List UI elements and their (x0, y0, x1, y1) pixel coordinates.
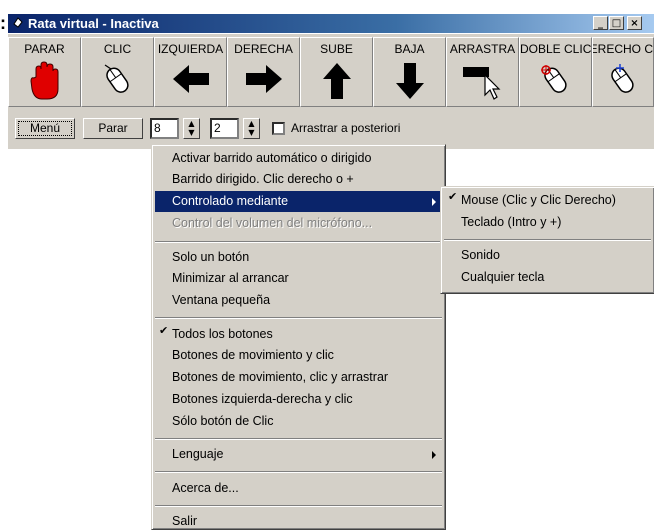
check-icon: ✔ (448, 190, 458, 203)
scan-speed-input[interactable]: 8 (150, 118, 179, 139)
menu-item-small-window[interactable]: Ventana pequeña (155, 290, 442, 311)
step-size-input[interactable]: 2 (210, 118, 239, 139)
left-toolbar-button[interactable]: IZQUIERDA (154, 37, 227, 107)
drag-checkbox[interactable] (272, 122, 285, 135)
right-click-toolbar-button[interactable]: DERECHO CLIC (592, 37, 654, 107)
submenu-arrow-icon (432, 451, 436, 459)
click-toolbar-button[interactable]: CLIC (81, 37, 154, 107)
window-title: Rata virtual - Inactiva (28, 16, 159, 31)
menu-item-label: Mouse (Clic y Clic Derecho) (461, 193, 616, 207)
controlled-by-submenu: ✔ Mouse (Clic y Clic Derecho) Teclado (I… (440, 186, 654, 294)
menu-item-label: Lenguaje (172, 447, 224, 461)
stop-button[interactable]: Parar (83, 118, 143, 139)
menu-item-label: Controlado mediante (172, 194, 289, 208)
menu-separator (444, 239, 651, 241)
maximize-button[interactable]: □ (609, 16, 624, 30)
control-row: Menú Parar 8 ▲ ▼ 2 ▲ ▼ Arrastrar a poste… (8, 109, 654, 149)
menu-item-directed-scan[interactable]: Barrido dirigido. Clic derecho o + (155, 169, 442, 190)
spin-down-icon[interactable]: ▼ (244, 128, 259, 137)
menu-item-move-click-drag[interactable]: Botones de movimiento, clic y arrastrar (155, 367, 442, 388)
right-click-label: DERECHO CLIC (593, 42, 654, 56)
right-label: DERECHA (234, 42, 293, 56)
stop-toolbar-button[interactable]: PARAR (8, 37, 81, 107)
click-label: CLIC (103, 42, 132, 56)
menu-separator (155, 505, 442, 507)
menu-item-left-right-click[interactable]: Botones izquierda-derecha y clic (155, 389, 442, 410)
menu-button[interactable]: Menú (15, 118, 75, 139)
spin-up-icon[interactable]: ▲ (244, 119, 259, 128)
down-label: BAJA (394, 42, 425, 56)
menu-item-click-only[interactable]: Sólo botón de Clic (155, 411, 442, 432)
menu-item-about[interactable]: Acerca de... (155, 478, 442, 499)
menu-item-auto-scan[interactable]: Activar barrido automático o dirigido (155, 148, 442, 169)
submenu-item-any-key[interactable]: Cualquier tecla (444, 267, 651, 288)
menu-item-all-buttons[interactable]: ✔ Todos los botones (155, 324, 442, 345)
menu-item-mic-volume: Control del volumen del micrófono... (172, 216, 373, 230)
stop-label: PARAR (24, 42, 65, 56)
up-label: SUBE (320, 42, 353, 56)
right-toolbar-button[interactable]: DERECHA (227, 37, 300, 107)
scan-speed-spinner[interactable]: ▲ ▼ (183, 118, 200, 139)
minimize-button[interactable]: _ (593, 16, 608, 30)
menu-item-language[interactable]: Lenguaje (155, 444, 442, 465)
submenu-item-sound[interactable]: Sonido (444, 245, 651, 266)
menu-separator (155, 317, 442, 319)
menu-item-one-button[interactable]: Solo un botón (155, 247, 442, 268)
drag-label: ARRASTRA (449, 42, 516, 56)
check-icon: ✔ (159, 324, 169, 337)
mouse-click-icon (104, 64, 129, 93)
up-toolbar-button[interactable]: SUBE (300, 37, 373, 107)
red-hand-icon (29, 61, 58, 100)
menu-separator (155, 471, 442, 473)
menu-separator (155, 241, 442, 243)
drag-toolbar-button[interactable]: ARRASTRA (446, 37, 519, 107)
menu-item-label: Todos los botones (172, 327, 273, 341)
app-mouse-icon (13, 17, 23, 28)
double-click-toolbar-button[interactable]: DOBLE CLIC (519, 37, 592, 107)
menu-item-exit[interactable]: Salir (155, 511, 442, 532)
main-menu: Activar barrido automático o dirigido Ba… (151, 144, 446, 530)
arrow-up-icon (322, 63, 351, 99)
mouse-double-click-icon (540, 65, 567, 93)
spin-down-icon[interactable]: ▼ (184, 128, 199, 137)
menu-separator (155, 438, 442, 440)
submenu-item-mouse[interactable]: ✔ Mouse (Clic y Clic Derecho) (444, 190, 651, 211)
arrow-left-icon (172, 65, 209, 93)
drag-cursor-icon (462, 67, 500, 100)
arrow-right-icon (245, 65, 282, 93)
submenu-arrow-icon (432, 198, 436, 206)
step-size-spinner[interactable]: ▲ ▼ (243, 118, 260, 139)
title-prefix-glyph: : (0, 13, 6, 33)
submenu-item-keyboard[interactable]: Teclado (Intro y +) (444, 212, 651, 233)
menu-item-minimize-start[interactable]: Minimizar al arrancar (155, 268, 442, 289)
spin-up-icon[interactable]: ▲ (184, 119, 199, 128)
left-label: IZQUIERDA (157, 42, 224, 56)
menu-item-move-click[interactable]: Botones de movimiento y clic (155, 345, 442, 366)
drag-checkbox-label: Arrastrar a posteriori (291, 121, 401, 135)
menu-item-controlled-by[interactable]: Controlado mediante (155, 191, 442, 212)
down-toolbar-button[interactable]: BAJA (373, 37, 446, 107)
double-click-label: DOBLE CLIC (520, 42, 592, 56)
arrow-down-icon (395, 63, 424, 99)
close-button[interactable]: × (627, 16, 642, 30)
toolbar: PARAR CLIC IZQUIERDA DERECHA SUBE BAJA A… (8, 33, 654, 110)
mouse-right-click-icon (611, 64, 634, 93)
